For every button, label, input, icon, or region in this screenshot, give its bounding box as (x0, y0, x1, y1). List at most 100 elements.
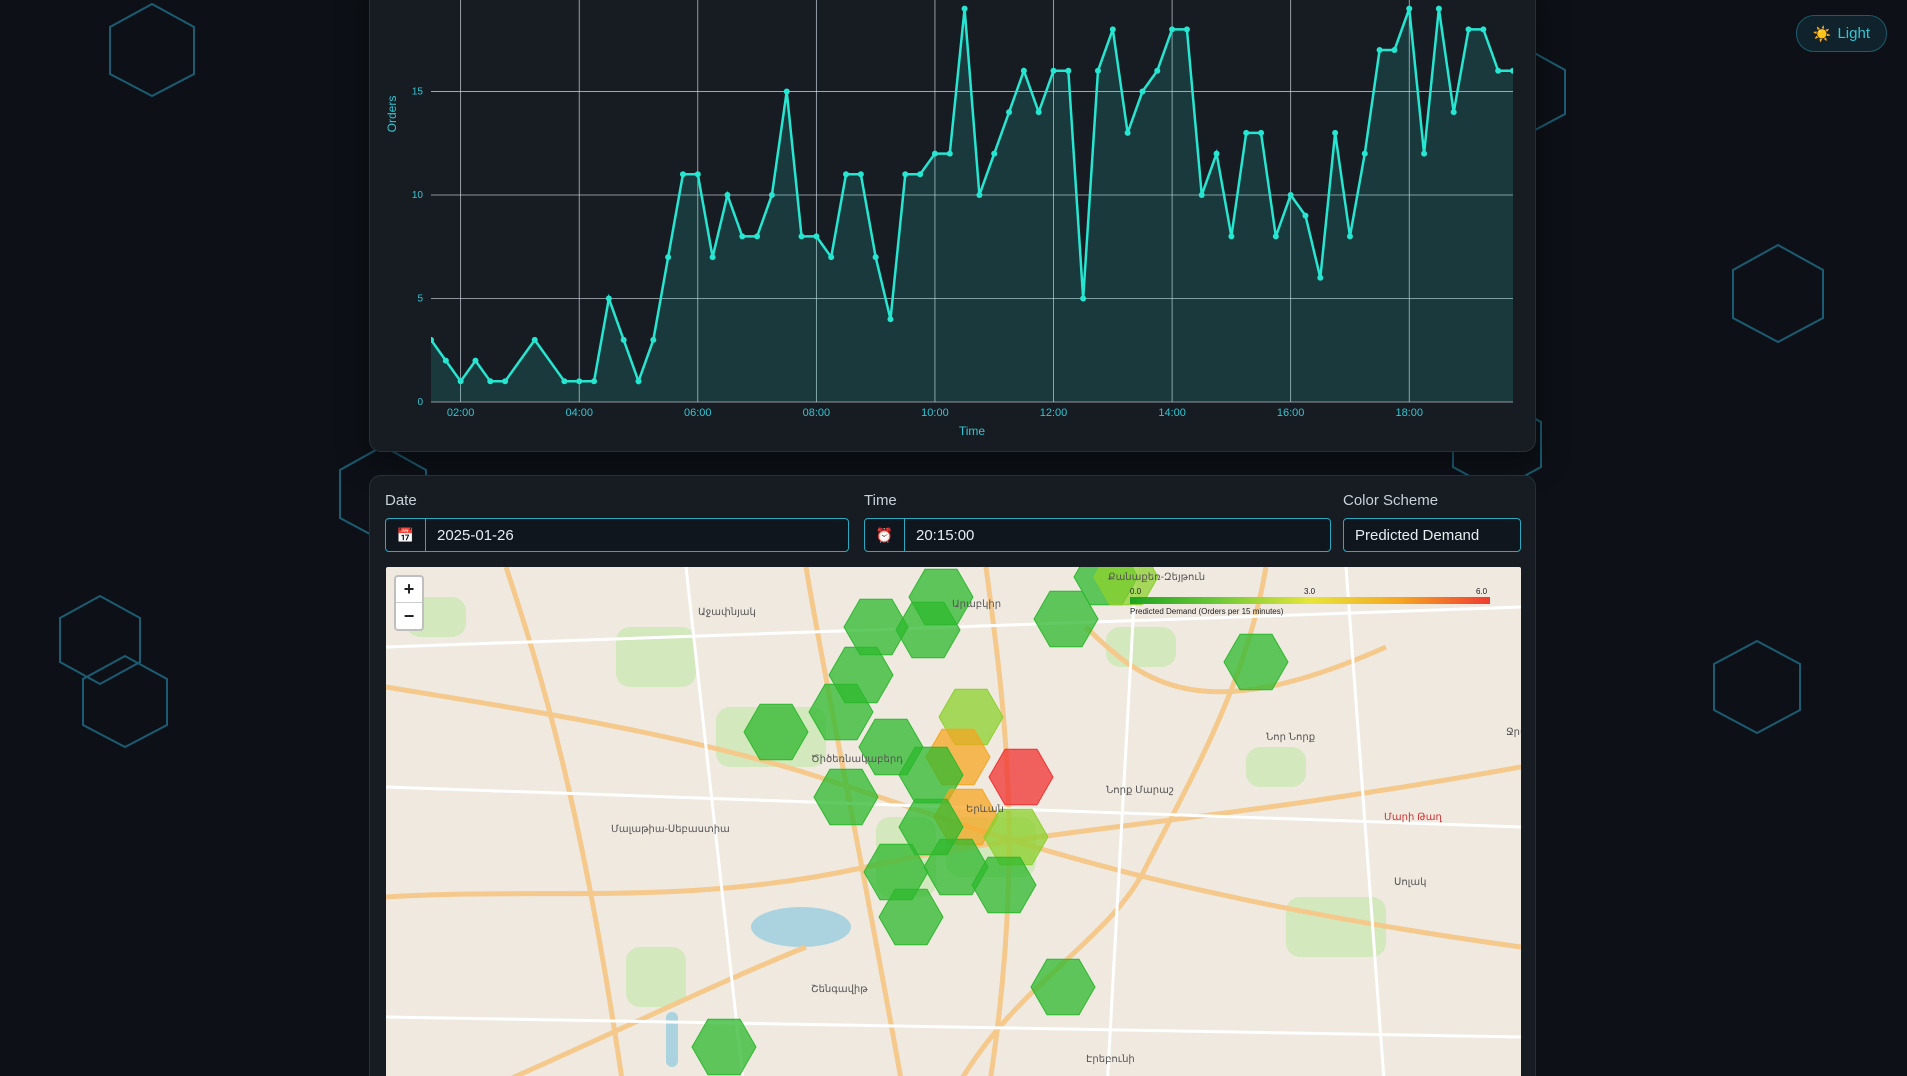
data-point (1302, 212, 1309, 219)
data-point (917, 171, 924, 178)
zoom-control[interactable]: + − (394, 575, 424, 631)
x-tick-label: 04:00 (565, 407, 593, 419)
map-place-label: Նորք Մարաշ (1106, 785, 1174, 796)
data-point (1094, 67, 1101, 74)
data-point (1213, 150, 1220, 157)
x-tick-label: 06:00 (684, 407, 712, 419)
data-point (694, 171, 701, 178)
data-point (828, 254, 835, 261)
map-place-label: Մալաթիա-Սեբաստիա (611, 824, 730, 835)
time-field[interactable]: ⏰ 20:15:00 (864, 518, 1331, 552)
data-point (531, 336, 538, 343)
orders-line-chart: 0 5 10 15 02:00 04:00 06:00 08:00 10:00 12:00 14:0… (385, 0, 1513, 438)
x-tick-label: 02:00 (447, 407, 475, 419)
street (684, 567, 745, 1076)
data-point (1228, 233, 1235, 240)
data-point (1391, 47, 1398, 54)
date-field[interactable]: 📅 2025-01-26 (385, 518, 849, 552)
data-point (1169, 26, 1176, 33)
x-tick-label: 16:00 (1277, 407, 1305, 419)
date-input[interactable]: 2025-01-26 (426, 519, 848, 551)
data-point (1510, 67, 1513, 74)
data-point (798, 233, 805, 240)
data-point (1406, 5, 1413, 12)
legend-caption: Predicted Demand (Orders per 15 minutes) (1130, 607, 1284, 616)
calendar-icon: 📅 (386, 519, 426, 551)
data-point (1435, 5, 1442, 12)
data-point (561, 378, 568, 385)
time-input[interactable]: 20:15:00 (905, 519, 1330, 551)
y-tick-label: 10 (412, 190, 424, 201)
map-place-label: Աջափնյակ (698, 607, 756, 618)
demand-hex (691, 1018, 757, 1076)
lake (751, 907, 851, 947)
map-place-label: Երևան (966, 804, 1004, 815)
data-point (1035, 109, 1042, 116)
data-point (1006, 109, 1013, 116)
data-point (931, 150, 938, 157)
x-tick-label: 18:00 (1395, 407, 1423, 419)
orders-chart-card: 0 5 10 15 02:00 04:00 06:00 08:00 10:00 12:00 14:0… (369, 0, 1536, 452)
y-tick-label: 5 (417, 293, 423, 304)
map-tiles[interactable] (386, 567, 1521, 1076)
legend-mid: 3.0 (1304, 587, 1316, 596)
data-point (1376, 47, 1383, 54)
x-tick-label: 10:00 (921, 407, 949, 419)
data-point (1346, 233, 1353, 240)
data-point (1421, 150, 1428, 157)
x-tick-label: 08:00 (803, 407, 831, 419)
data-point (783, 88, 790, 95)
data-point (754, 233, 761, 240)
data-point (1109, 26, 1116, 33)
map-place-label: Ջրվեժ (1506, 727, 1521, 738)
date-label: Date (385, 492, 417, 509)
park-area (626, 947, 686, 1007)
sun-icon: ☀️ (1812, 25, 1832, 43)
data-point (605, 295, 612, 302)
map-place-label: Մարի Թաղ (1384, 812, 1442, 823)
data-point (872, 254, 879, 261)
map-place-label: Նոր Նորք (1266, 732, 1316, 743)
zoom-in-button[interactable]: + (396, 577, 422, 603)
data-point (635, 378, 642, 385)
data-point (946, 150, 953, 157)
demand-hex (1030, 958, 1096, 1016)
data-point (457, 378, 464, 385)
park-area (1246, 747, 1306, 787)
river (666, 1012, 678, 1067)
data-point (1139, 88, 1146, 95)
park-area (1106, 627, 1176, 667)
data-point (724, 191, 731, 198)
data-point (1243, 129, 1250, 136)
demand-hex (988, 748, 1054, 806)
data-point (887, 316, 894, 323)
y-tick-label: 0 (417, 397, 423, 408)
color-scheme-value[interactable]: Predicted Demand (1344, 519, 1520, 551)
map-place-label: Էրեբունի (1086, 1054, 1135, 1065)
data-point (843, 171, 850, 178)
x-axis-label: Time (959, 424, 986, 438)
data-point (620, 336, 627, 343)
x-tick-label: 14:00 (1158, 407, 1186, 419)
street (386, 1015, 1521, 1039)
data-point (857, 171, 864, 178)
legend-color-bar (1130, 597, 1490, 604)
theme-toggle-label: Light (1837, 25, 1870, 42)
data-point (1495, 67, 1502, 74)
color-scheme-label: Color Scheme (1343, 492, 1439, 509)
data-point (1450, 109, 1457, 116)
theme-toggle-button[interactable]: ☀️ Light (1795, 15, 1887, 52)
demand-map[interactable]: Աջափնյակ Արաբկիր Քանաքեռ-Զեյթուն Նոր Նորք Նո… (386, 567, 1521, 1076)
demand-legend: 0.0 3.0 6.0 Predicted Demand (Orders per… (1130, 577, 1490, 617)
data-point (1154, 67, 1161, 74)
color-scheme-select[interactable]: Predicted Demand (1343, 518, 1521, 552)
data-point (1317, 274, 1324, 281)
data-point (1124, 129, 1131, 136)
data-point (576, 378, 583, 385)
orders-area (431, 8, 1513, 402)
zoom-out-button[interactable]: − (396, 603, 422, 629)
data-point (1065, 67, 1072, 74)
data-point (1080, 295, 1087, 302)
map-place-label: Սոլակ (1394, 877, 1427, 888)
data-point (502, 378, 509, 385)
